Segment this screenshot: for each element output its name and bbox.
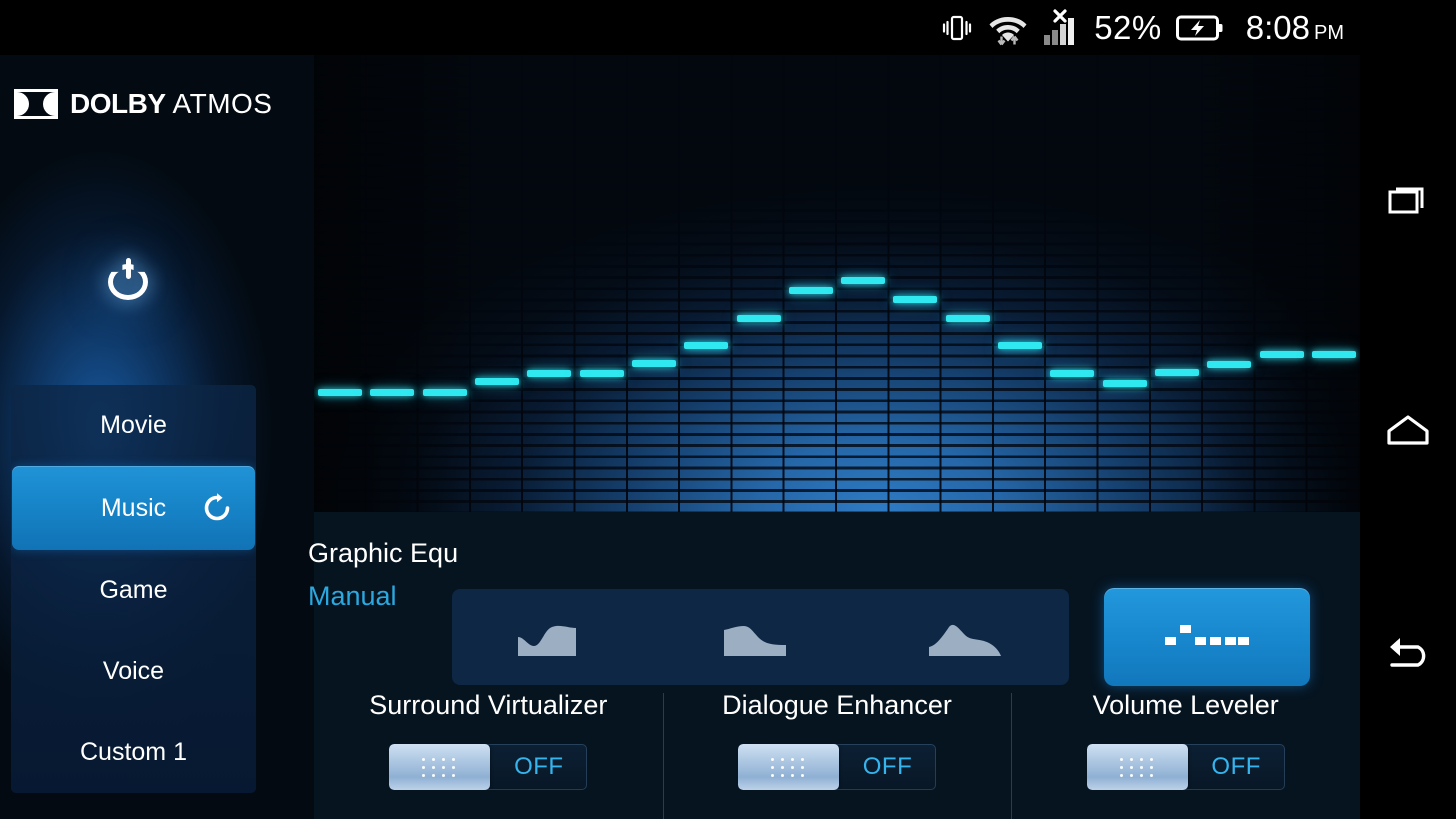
controls-panel: Graphic Equ Manual Surround Virtualizer … xyxy=(308,512,1360,819)
clock-time: 8:08 xyxy=(1245,8,1310,46)
feature-dialogue-enhancer: Dialogue Enhancer OFF xyxy=(662,683,1012,819)
preset-item-music[interactable]: Music xyxy=(12,466,255,550)
graph-vignette xyxy=(314,55,1360,512)
grip-dots-icon xyxy=(422,757,457,777)
clock-meridiem: PM xyxy=(1314,21,1344,44)
clock: 8:08 PM xyxy=(1246,9,1344,47)
feature-surround-virtualizer: Surround Virtualizer OFF xyxy=(314,683,663,819)
toggle-knob xyxy=(738,744,839,790)
eq-band-marker[interactable] xyxy=(841,276,886,284)
eq-band-marker[interactable] xyxy=(631,359,676,367)
preset-label: Movie xyxy=(100,411,167,439)
preset-label: Voice xyxy=(102,657,165,685)
cellular-signal-icon xyxy=(1042,8,1080,47)
feature-label: Dialogue Enhancer xyxy=(722,690,952,720)
toggle-state-label: OFF xyxy=(514,753,564,780)
reset-icon[interactable] xyxy=(201,492,233,524)
battery-charging-icon xyxy=(1175,14,1224,42)
logo-atmos-text: ATMOS xyxy=(172,88,273,119)
eq-band-marker[interactable] xyxy=(1050,369,1095,377)
recents-icon[interactable] xyxy=(1360,165,1456,237)
eq-band-marker[interactable] xyxy=(370,388,415,396)
eq-preset-button-2[interactable] xyxy=(658,613,864,662)
status-bar: 52% 8:08 PM xyxy=(0,0,1456,55)
wifi-icon xyxy=(988,10,1028,46)
graphic-eq-row: Graphic Equ Manual xyxy=(308,512,1360,686)
preset-item-voice[interactable]: Voice xyxy=(11,631,256,712)
dialogue-enhancer-toggle[interactable]: OFF xyxy=(738,744,936,790)
logo-dolby-text: DOLBY xyxy=(70,88,166,119)
eq-band-marker[interactable] xyxy=(1102,379,1147,387)
graphic-eq-title: Graphic Equ xyxy=(308,538,459,568)
toggle-state-label: OFF xyxy=(862,753,913,780)
phone-screen: 52% 8:08 PM DOLBY ATMOS Movie Music Game… xyxy=(0,0,1456,819)
eq-band-marker[interactable] xyxy=(1207,360,1252,368)
preset-label: Custom 1 xyxy=(80,738,187,766)
preset-item-movie[interactable]: Movie xyxy=(11,385,256,466)
preset-label: Music xyxy=(100,493,167,522)
preset-item-game[interactable]: Game xyxy=(11,550,256,631)
eq-band-marker[interactable] xyxy=(998,341,1042,349)
preset-list: Movie Music Game Voice Custom 1 xyxy=(11,385,256,793)
grip-dots-icon xyxy=(1119,757,1155,777)
feature-volume-leveler: Volume Leveler OFF xyxy=(1011,683,1360,819)
power-icon xyxy=(108,258,148,300)
eq-curve-preset-3-icon xyxy=(927,613,1005,662)
eq-band-marker[interactable] xyxy=(579,369,624,377)
toggle-knob xyxy=(389,744,491,790)
feature-label: Surround Virtualizer xyxy=(369,690,608,720)
sidebar: DOLBY ATMOS Movie Music Game Voice Custo… xyxy=(0,55,314,819)
vibrate-icon xyxy=(940,11,974,45)
home-icon[interactable] xyxy=(1360,395,1456,467)
power-button[interactable] xyxy=(96,248,160,312)
volume-leveler-toggle[interactable]: OFF xyxy=(1086,744,1285,790)
eq-band-marker[interactable] xyxy=(736,314,781,322)
back-icon[interactable] xyxy=(1360,620,1456,692)
dolby-atmos-app: DOLBY ATMOS Movie Music Game Voice Custo… xyxy=(0,55,1360,819)
eq-manual-button[interactable] xyxy=(1104,588,1310,686)
battery-percent-label: 52% xyxy=(1094,8,1162,46)
android-navigation-bar xyxy=(1360,55,1456,819)
toggle-knob xyxy=(1086,744,1188,790)
grip-dots-icon xyxy=(771,757,806,777)
eq-band-marker[interactable] xyxy=(422,388,467,396)
preset-item-custom-1[interactable]: Custom 1 xyxy=(11,712,256,793)
eq-band-marker[interactable] xyxy=(527,369,572,377)
eq-preset-button-3[interactable] xyxy=(863,613,1069,662)
eq-manual-bars-icon xyxy=(1165,620,1249,655)
dolby-double-d-icon xyxy=(14,89,58,119)
preset-label: Game xyxy=(99,576,168,604)
eq-band-marker[interactable] xyxy=(788,286,833,294)
eq-curve-preset-1-icon xyxy=(516,613,594,662)
eq-band-marker[interactable] xyxy=(684,341,729,349)
eq-band-marker[interactable] xyxy=(1311,350,1356,358)
feature-toggle-row: Surround Virtualizer OFF Dialogue Enhanc… xyxy=(314,683,1360,819)
eq-curve-preset-2-icon xyxy=(722,613,800,662)
eq-band-marker[interactable] xyxy=(893,295,938,303)
eq-preset-button-1[interactable] xyxy=(452,613,658,662)
eq-band-marker[interactable] xyxy=(1154,368,1199,376)
surround-virtualizer-toggle[interactable]: OFF xyxy=(389,744,588,790)
equalizer-graph[interactable] xyxy=(314,55,1360,512)
dolby-atmos-logo: DOLBY ATMOS xyxy=(14,88,272,120)
eq-band-marker[interactable] xyxy=(945,314,990,322)
eq-band-marker[interactable] xyxy=(318,388,363,396)
eq-band-marker[interactable] xyxy=(475,377,519,385)
feature-label: Volume Leveler xyxy=(1092,690,1279,720)
toggle-state-label: OFF xyxy=(1211,753,1261,780)
eq-band-marker[interactable] xyxy=(1259,350,1304,358)
graphic-eq-preset-group xyxy=(452,589,1069,685)
